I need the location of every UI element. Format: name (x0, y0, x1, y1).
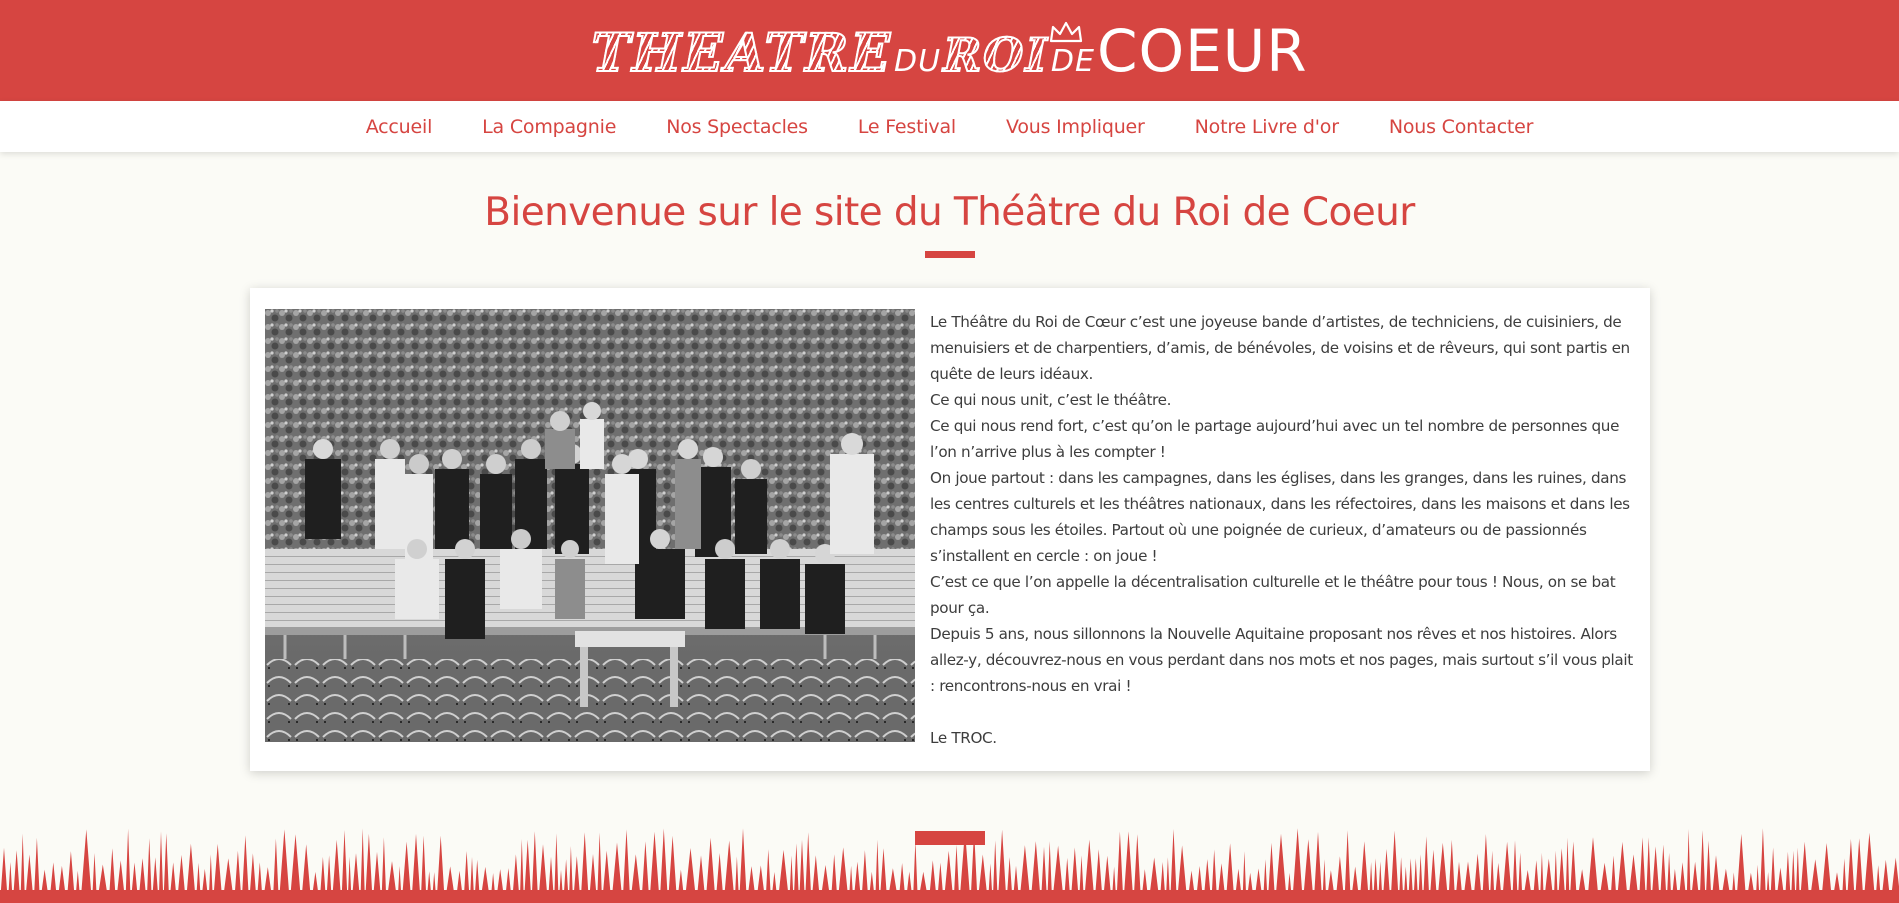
page: THEATRE DU ROI DE COEUR Accueil La Compa… (0, 0, 1899, 903)
nav-item-festival[interactable]: Le Festival (858, 116, 956, 138)
page-title: Bienvenue sur le site du Théâtre du Roi … (484, 190, 1415, 235)
title-underline (925, 251, 975, 258)
logo-word-roi: ROI (942, 27, 1049, 83)
nav-item-livre-dor[interactable]: Notre Livre d'or (1195, 116, 1339, 138)
site-header: THEATRE DU ROI DE COEUR (0, 0, 1899, 101)
intro-paragraph: Le Théâtre du Roi de Cœur c’est une joye… (930, 313, 1630, 383)
nav-item-contacter[interactable]: Nous Contacter (1389, 116, 1534, 138)
nav-item-compagnie[interactable]: La Compagnie (482, 116, 616, 138)
nav-item-spectacles[interactable]: Nos Spectacles (666, 116, 808, 138)
logo-word-theatre: THEATRE (590, 22, 892, 85)
footer-bar (915, 831, 985, 845)
intro-paragraph: Ce qui nous rend fort, c’est qu’on le pa… (930, 417, 1620, 461)
intro-paragraph: Ce qui nous unit, c’est le théâtre. (930, 391, 1172, 409)
intro-card: Le Théâtre du Roi de Cœur c’est une joye… (250, 288, 1650, 771)
site-logo[interactable]: THEATRE DU ROI DE COEUR (590, 16, 1308, 85)
signature: Le TROC. (930, 729, 997, 747)
nav-item-accueil[interactable]: Accueil (366, 116, 433, 138)
logo-word-de: DE (1050, 43, 1095, 79)
crown-icon (1050, 21, 1083, 42)
intro-paragraph: On joue partout : dans les campagnes, da… (930, 469, 1630, 565)
logo-word-du: DU (894, 43, 942, 79)
grass-base (0, 890, 1899, 903)
intro-paragraph: C’est ce que l’on appelle la décentralis… (930, 573, 1616, 617)
nav-item-impliquer[interactable]: Vous Impliquer (1006, 116, 1145, 138)
troupe-photo (265, 309, 915, 742)
intro-text: Le Théâtre du Roi de Cœur c’est une joye… (930, 309, 1635, 751)
main-nav: Accueil La Compagnie Nos Spectacles Le F… (0, 101, 1899, 152)
logo-word-coeur: COEUR (1096, 16, 1308, 85)
intro-paragraph: Depuis 5 ans, nous sillonnons la Nouvell… (930, 625, 1633, 695)
